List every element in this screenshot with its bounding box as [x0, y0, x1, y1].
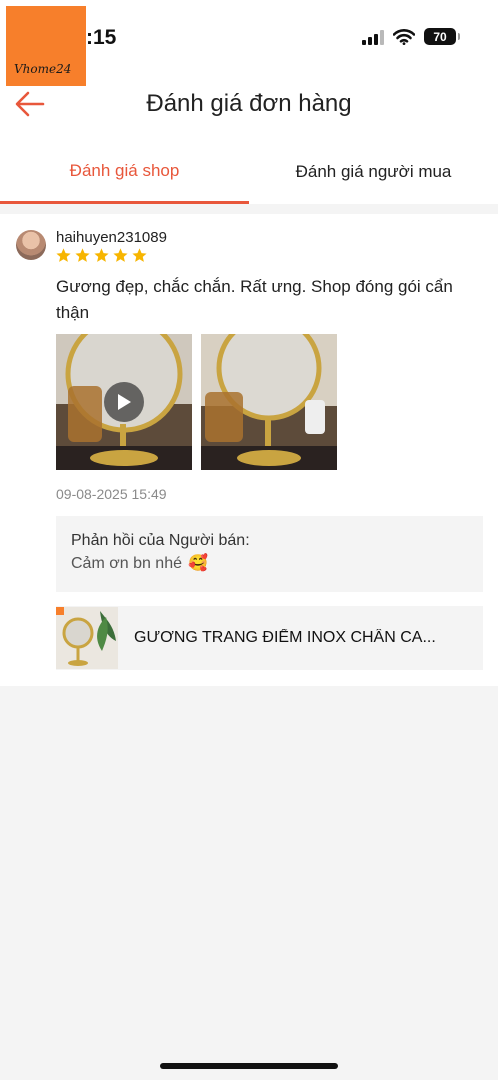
review-tabs: Đánh giá shop Đánh giá người mua	[0, 140, 498, 204]
mirror-photo-icon	[201, 334, 337, 470]
tab-label: Đánh giá shop	[69, 160, 180, 180]
vhome24-logo: Vhome24	[6, 6, 86, 86]
star-icon	[75, 248, 90, 262]
status-time: :15	[86, 26, 117, 49]
star-icon	[94, 248, 109, 262]
star-icon	[56, 248, 71, 262]
home-indicator[interactable]	[160, 1063, 338, 1069]
seller-reply-message: Cảm ơn bn nhé	[71, 555, 182, 572]
tab-buyer-reviews[interactable]: Đánh giá người mua	[249, 140, 498, 204]
tab-shop-reviews[interactable]: Đánh giá shop	[0, 140, 249, 204]
star-rating	[55, 247, 148, 264]
status-icons: 70	[362, 28, 460, 45]
smiling-face-hearts-icon: 🥰	[188, 555, 208, 572]
logo-text: Vhome24	[14, 62, 72, 76]
review-video-thumbnail[interactable]	[56, 334, 192, 470]
avatar[interactable]	[16, 230, 46, 260]
page-title: Đánh giá đơn hàng	[146, 90, 352, 117]
seller-reply-text: Cảm ơn bn nhé 🥰	[71, 552, 468, 576]
play-icon[interactable]	[104, 382, 144, 422]
seller-reply: Phản hồi của Người bán: Cảm ơn bn nhé 🥰	[56, 516, 483, 592]
review-comment: Gương đẹp, chắc chắn. Rất ưng. Shop đóng…	[56, 277, 453, 322]
cellular-signal-icon	[362, 29, 384, 45]
product-link[interactable]: GƯƠNG TRANG ĐIỂM INOX CHÂN CA...	[56, 606, 483, 670]
tab-label: Đánh giá người mua	[295, 162, 452, 181]
seller-reply-title: Phản hồi của Người bán:	[71, 532, 250, 549]
reviewer-username: haihuyen231089	[56, 229, 167, 246]
product-name: GƯƠNG TRANG ĐIỂM INOX CHÂN CA...	[134, 629, 436, 646]
star-icon	[132, 248, 147, 262]
star-icon	[113, 248, 128, 262]
top-bar: Vhome24 :15 70 Đánh giá đơn hàng Đánh gi…	[0, 0, 498, 204]
battery-icon: 70	[424, 28, 460, 45]
review-datetime: 09-08-2025 15:49	[56, 486, 167, 502]
mirror-product-icon	[56, 607, 118, 669]
battery-level: 70	[433, 29, 447, 44]
review-card: haihuyen231089 Gương đẹp, chắc chắn. Rất…	[0, 214, 498, 686]
product-thumbnail	[56, 607, 118, 669]
wifi-icon	[393, 28, 415, 45]
review-image-thumbnail[interactable]	[201, 334, 337, 470]
